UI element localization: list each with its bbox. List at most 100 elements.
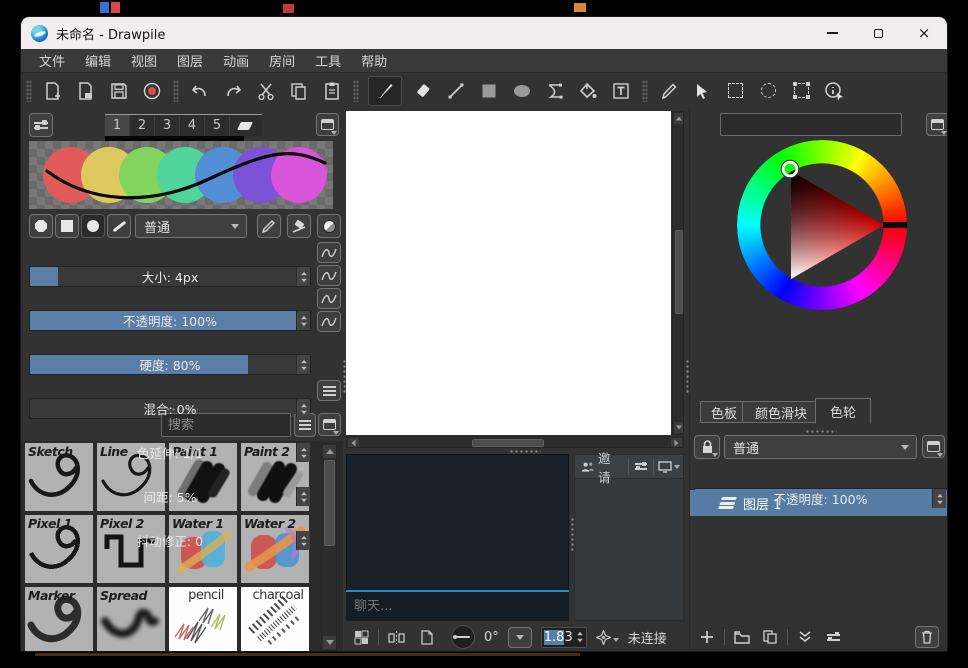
ellipse-tool-button[interactable]: [510, 79, 534, 103]
bezier-tool-button[interactable]: [543, 79, 567, 103]
copy-button[interactable]: [287, 79, 311, 103]
text-tool-button[interactable]: [609, 79, 633, 103]
scrollbar-handle[interactable]: [675, 230, 683, 314]
menu-file[interactable]: 文件: [29, 49, 75, 72]
open-file-button[interactable]: [74, 79, 98, 103]
spinner[interactable]: [576, 631, 584, 643]
rectangle-tool-button[interactable]: [477, 79, 501, 103]
brush-slot-4[interactable]: 4: [180, 115, 205, 136]
spinner[interactable]: [296, 311, 310, 330]
spinner[interactable]: [296, 399, 310, 418]
scroll-up-button[interactable]: [674, 113, 683, 124]
close-button[interactable]: ×: [901, 17, 947, 49]
spinner[interactable]: [932, 489, 946, 508]
draw-mode-button[interactable]: [257, 214, 281, 238]
scrollbar-handle[interactable]: [324, 460, 335, 546]
add-layer-button[interactable]: [696, 626, 718, 648]
layer-properties-button[interactable]: [822, 626, 844, 648]
menu-session[interactable]: 房间: [259, 49, 305, 72]
brush-dock-panel-button[interactable]: [316, 113, 339, 136]
flip-view-button[interactable]: [420, 630, 434, 645]
layer-lock-button[interactable]: [694, 435, 720, 459]
menu-view[interactable]: 视图: [121, 49, 167, 72]
spinner[interactable]: [296, 355, 310, 374]
menu-layer[interactable]: 图层: [167, 49, 213, 72]
erase-mode-button[interactable]: [287, 214, 311, 238]
menu-animation[interactable]: 动画: [213, 49, 259, 72]
scroll-down-button[interactable]: [323, 636, 336, 649]
layers-panel-button[interactable]: [922, 435, 945, 458]
zoom-options-button[interactable]: [596, 630, 619, 645]
lasso-select-tool-button[interactable]: [756, 79, 780, 103]
brush-settings-button[interactable]: [29, 113, 53, 137]
preset-panel-button[interactable]: [318, 413, 341, 436]
eraser-slot-tab[interactable]: [230, 115, 260, 136]
fill-tool-button[interactable]: [576, 79, 600, 103]
cut-button[interactable]: [254, 79, 278, 103]
brush-preset-item[interactable]: Spread: [97, 587, 165, 651]
square-shape-button[interactable]: [55, 214, 79, 238]
hardness-curve-button[interactable]: [317, 288, 341, 309]
rotation-dial[interactable]: [451, 625, 475, 649]
stabilizer-slider[interactable]: 抖动修正: 0: [29, 530, 311, 551]
scroll-up-button[interactable]: [323, 445, 336, 458]
line-tool-button[interactable]: [444, 79, 468, 103]
brush-preset-item[interactable]: pencil: [169, 587, 237, 651]
toolbar-drag-handle[interactable]: [173, 80, 179, 102]
spinner[interactable]: [296, 487, 310, 506]
inspector-tool-button[interactable]: [822, 79, 846, 103]
brush-slot-2[interactable]: 2: [130, 115, 155, 136]
zoom-spinbox[interactable]: 1.8 3: [541, 627, 587, 648]
eraser-tool-button[interactable]: [411, 79, 435, 103]
stabilizer-menu-button[interactable]: [317, 380, 341, 401]
brush-blend-mode-dropdown[interactable]: 普通: [135, 214, 247, 238]
brush-tool-button[interactable]: [368, 76, 402, 106]
brush-opacity-slider[interactable]: 不透明度: 100%: [29, 310, 311, 331]
toolbar-drag-handle[interactable]: [642, 80, 648, 102]
tab-palette[interactable]: 色板: [700, 401, 748, 423]
canvas[interactable]: [346, 111, 671, 435]
toolbar-drag-handle[interactable]: [26, 80, 32, 102]
size-curve-button[interactable]: [317, 242, 341, 263]
scroll-down-button[interactable]: [674, 422, 683, 433]
spinner[interactable]: [296, 443, 310, 462]
color-wheel[interactable]: [737, 140, 907, 310]
toolbar-drag-handle[interactable]: [353, 80, 359, 102]
chat-input[interactable]: [346, 592, 569, 621]
record-button[interactable]: [140, 79, 164, 103]
round-shape-button[interactable]: [81, 214, 105, 238]
scrollbar-handle[interactable]: [472, 439, 544, 447]
transform-tool-button[interactable]: [789, 79, 813, 103]
brush-smudge-slider[interactable]: 混合: 0%: [29, 398, 311, 419]
dock-splitter-handle[interactable]: [805, 429, 837, 434]
brush-slot-5[interactable]: 5: [205, 115, 230, 136]
add-group-button[interactable]: [731, 626, 753, 648]
paste-button[interactable]: [320, 79, 344, 103]
preset-scrollbar[interactable]: [321, 443, 337, 651]
mirror-view-button[interactable]: [388, 631, 405, 644]
sv-marker[interactable]: [783, 162, 797, 176]
hue-marker[interactable]: [883, 222, 907, 228]
color-pickup-slider[interactable]: 色延伸: 1/1: [29, 442, 311, 463]
redo-button[interactable]: [221, 79, 245, 103]
rect-select-tool-button[interactable]: [723, 79, 747, 103]
maximize-button[interactable]: [855, 17, 901, 49]
brush-hardness-slider[interactable]: 硬度: 80%: [29, 354, 311, 375]
alpha-lock-button[interactable]: [317, 214, 341, 238]
undo-button[interactable]: [188, 79, 212, 103]
scroll-right-button[interactable]: [671, 438, 682, 447]
minimize-button[interactable]: [809, 17, 855, 49]
tab-color-sliders[interactable]: 颜色滑块: [742, 401, 820, 423]
spinner[interactable]: [296, 531, 310, 550]
tab-color-wheel[interactable]: 色轮: [815, 398, 871, 424]
scroll-left-button[interactable]: [348, 438, 359, 447]
blob-shape-button[interactable]: [29, 214, 53, 238]
brush-slot-3[interactable]: 3: [155, 115, 180, 136]
laserpointer-tool-button[interactable]: [690, 79, 714, 103]
menu-tools[interactable]: 工具: [305, 49, 351, 72]
color-dock-panel-button[interactable]: [926, 113, 948, 136]
rotation-dropdown-button[interactable]: [508, 627, 532, 648]
invite-button[interactable]: 邀请: [578, 448, 624, 486]
stroke-shape-button[interactable]: [107, 214, 131, 238]
colorpicker-tool-button[interactable]: [657, 79, 681, 103]
